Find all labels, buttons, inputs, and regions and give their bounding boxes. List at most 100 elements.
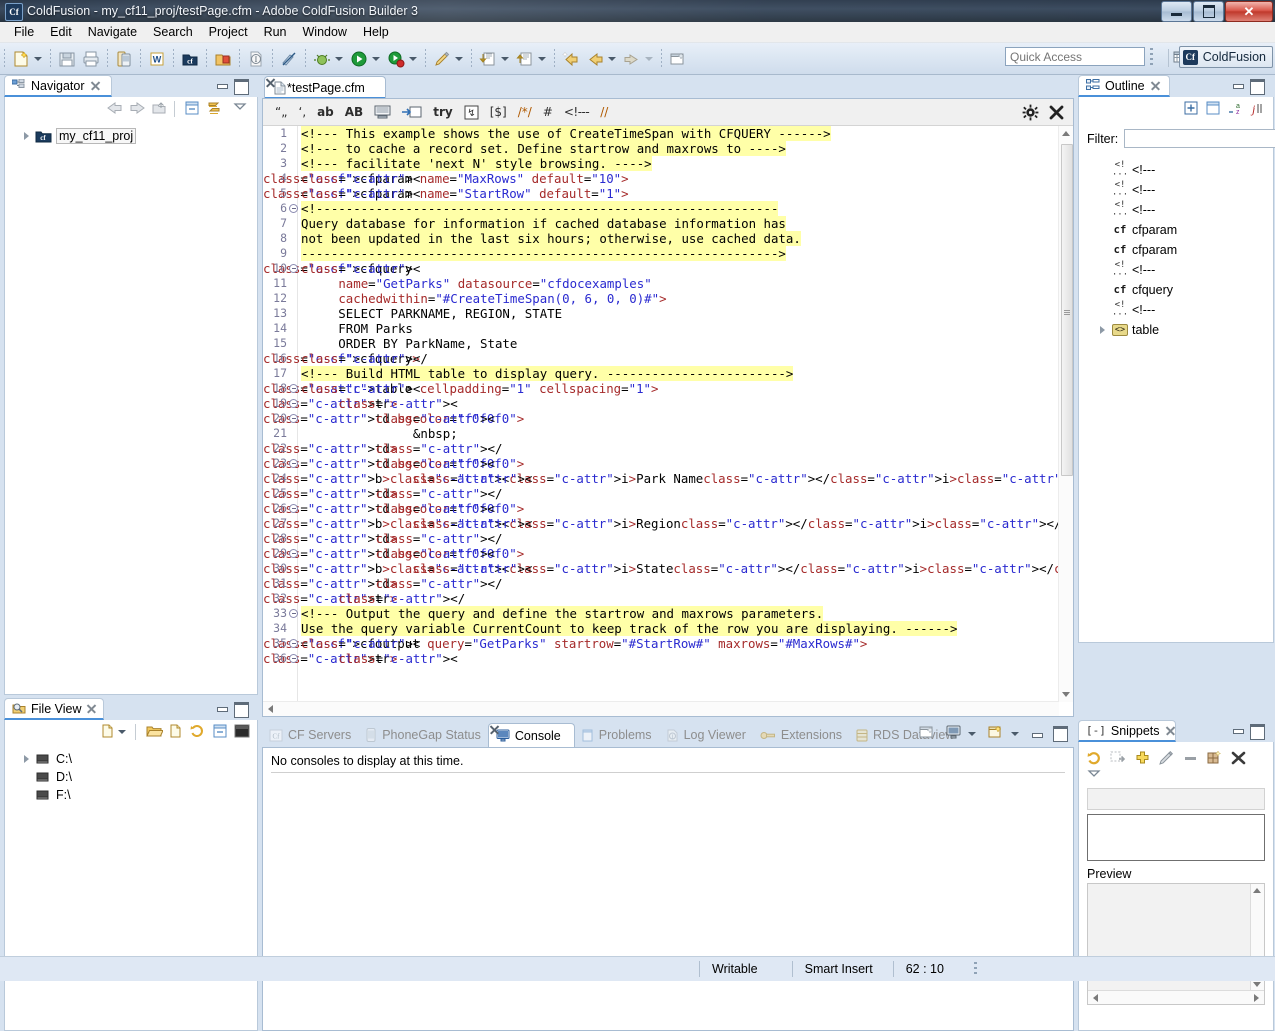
mobile-device-icon[interactable] — [114, 49, 134, 69]
code-line[interactable]: 9---------------------------------------… — [263, 246, 1059, 261]
remove-snippet-icon[interactable] — [1182, 750, 1199, 766]
editor-vertical-scrollbar[interactable] — [1058, 126, 1073, 702]
code-line[interactable]: 2<!--- to cache a record set. Define sta… — [263, 141, 1059, 156]
cfml-comment-button[interactable]: <!--- — [564, 105, 589, 119]
export-dropdown-icon[interactable] — [538, 57, 546, 61]
new-folder-icon[interactable] — [1206, 750, 1223, 766]
fold-toggle-icon[interactable] — [289, 654, 298, 663]
outline-item[interactable]: <!···<!--- — [1079, 200, 1273, 220]
quick-access-input[interactable] — [1005, 47, 1145, 66]
code-line[interactable]: 17<!--- Build HTML table to display quer… — [263, 366, 1059, 381]
lowercase-button[interactable]: ab — [317, 105, 334, 119]
hash-button[interactable]: # — [543, 105, 553, 119]
outline-item[interactable]: <>table — [1079, 320, 1273, 340]
single-quote-button[interactable]: ‘‚ — [298, 105, 306, 119]
fold-toggle-icon[interactable] — [289, 549, 298, 558]
code-line[interactable]: 24 class="c-attr"><class="c-attr">b>clas… — [263, 471, 1059, 486]
tab-outline[interactable]: Outline — [1078, 75, 1170, 97]
debug-dropdown-icon[interactable] — [335, 57, 343, 61]
scroll-up-arrow-icon[interactable] — [1062, 131, 1070, 136]
tree-item-drive-c[interactable]: C:\ — [5, 750, 257, 768]
close-button[interactable]: ✕ — [1225, 1, 1273, 22]
new-file-icon[interactable] — [99, 723, 117, 741]
delete-icon[interactable] — [1230, 750, 1247, 766]
code-line[interactable]: 30 class="c-attr"><class="c-attr">b>clas… — [263, 561, 1059, 576]
menu-file[interactable]: File — [6, 23, 42, 41]
display-dropdown-icon[interactable] — [968, 732, 976, 736]
tab-snippets[interactable]: [-] Snippets — [1078, 720, 1176, 742]
debug-icon[interactable] — [312, 49, 332, 69]
fold-toggle-icon[interactable] — [289, 504, 298, 513]
forward-dropdown-icon[interactable] — [645, 57, 653, 61]
new-doc-icon[interactable] — [167, 723, 185, 741]
console-tab-cf-servers[interactable]: CfCF Servers — [262, 723, 358, 747]
clear-console-icon[interactable] — [919, 725, 937, 743]
navigator-maximize-button[interactable] — [234, 79, 249, 95]
outline-close-icon[interactable] — [1150, 80, 1161, 91]
import-dropdown-icon[interactable] — [501, 57, 509, 61]
filter-attributes-icon[interactable]: j — [1249, 100, 1267, 118]
expand-all-icon[interactable] — [1183, 100, 1201, 118]
menu-help[interactable]: Help — [355, 23, 397, 41]
word-doc-icon[interactable]: W — [147, 49, 167, 69]
back-with-star-icon[interactable] — [561, 49, 581, 69]
code-line[interactable]: 27 class="c-attr"><class="c-attr">b>clas… — [263, 516, 1059, 531]
gear-icon[interactable] — [1022, 104, 1039, 121]
back-arrow-icon[interactable] — [106, 100, 124, 118]
outline-filter-input[interactable] — [1124, 129, 1275, 148]
code-line[interactable]: 32 class="c-attr"></class="c-attr">tr> — [263, 591, 1059, 606]
editor-horizontal-scrollbar[interactable] — [263, 701, 1059, 716]
file-view-close-icon[interactable] — [86, 703, 96, 714]
code-line[interactable]: 16class="c-attr"></class="c-cf">cfquery> — [263, 351, 1059, 366]
snippets-list[interactable] — [1087, 814, 1265, 861]
fold-toggle-icon[interactable] — [289, 399, 298, 408]
refresh-icon[interactable] — [1086, 750, 1103, 766]
code-line[interactable]: 23 class="c-attr"><class="c-attr">td bgc… — [263, 456, 1059, 471]
save-icon[interactable] — [57, 49, 77, 69]
code-lines[interactable]: 1<!--- This example shows the use of Cre… — [263, 126, 1059, 702]
code-line[interactable]: 18class="c-attr"><class="c-attr">table c… — [263, 381, 1059, 396]
code-line[interactable]: 8not been updated in the last six hours;… — [263, 231, 1059, 246]
link-with-editor-icon[interactable] — [205, 100, 223, 118]
print-icon[interactable] — [81, 49, 101, 69]
export-icon[interactable] — [515, 49, 535, 69]
menu-run[interactable]: Run — [256, 23, 295, 41]
collapse-all-icon[interactable] — [1205, 100, 1223, 118]
tree-item-drive-f[interactable]: F:\ — [5, 786, 257, 804]
back-icon[interactable] — [585, 49, 605, 69]
code-line[interactable]: 11 name="GetParks" datasource="cfdocexam… — [263, 276, 1059, 291]
fold-toggle-icon[interactable] — [289, 384, 298, 393]
outline-item[interactable]: cfcfparam — [1079, 220, 1273, 240]
snippets-search-input[interactable] — [1087, 788, 1265, 810]
scroll-left-arrow-icon[interactable] — [268, 705, 273, 713]
terminal-icon[interactable] — [233, 723, 251, 741]
fold-toggle-icon[interactable] — [289, 609, 298, 618]
tab-testpage-cfm[interactable]: *testPage.cfm — [264, 76, 386, 98]
code-line[interactable]: 31 class="c-attr"></class="c-attr">td> — [263, 576, 1059, 591]
new-file-dropdown-icon[interactable] — [34, 57, 42, 61]
code-line[interactable]: 21 &nbsp; — [263, 426, 1059, 441]
code-line[interactable]: 19 class="c-attr"><class="c-attr">tr> — [263, 396, 1059, 411]
console-tab-problems[interactable]: Problems — [575, 723, 659, 747]
outline-item[interactable]: <!···<!--- — [1079, 300, 1273, 320]
menu-project[interactable]: Project — [201, 23, 256, 41]
inspect-doc-icon[interactable]: I — [246, 49, 266, 69]
refresh-icon[interactable] — [189, 723, 207, 741]
status-bar-handle[interactable] — [974, 962, 977, 976]
navigator-minimize-button[interactable] — [216, 80, 228, 90]
edit-pencil-icon[interactable] — [432, 49, 452, 69]
fold-toggle-icon[interactable] — [289, 264, 298, 273]
console-minimize-button[interactable] — [1031, 729, 1043, 739]
snippets-view-menu[interactable] — [1079, 769, 1273, 779]
expand-arrow-icon[interactable] — [1097, 325, 1108, 336]
code-line[interactable]: 6<!-------------------------------------… — [263, 201, 1059, 216]
new-window-icon[interactable] — [668, 49, 688, 69]
open-console-icon[interactable] — [988, 725, 1006, 743]
code-line[interactable]: 22 class="c-attr"></class="c-attr">td> — [263, 441, 1059, 456]
forward-arrow-icon[interactable] — [128, 100, 146, 118]
code-line[interactable]: 10class="c-attr"><class="c-cf">cfquery — [263, 261, 1059, 276]
expand-arrow-icon[interactable] — [21, 753, 33, 765]
double-quote-button[interactable]: “„ — [275, 105, 287, 119]
scroll-down-arrow-icon[interactable] — [1253, 982, 1261, 987]
menu-edit[interactable]: Edit — [42, 23, 80, 41]
